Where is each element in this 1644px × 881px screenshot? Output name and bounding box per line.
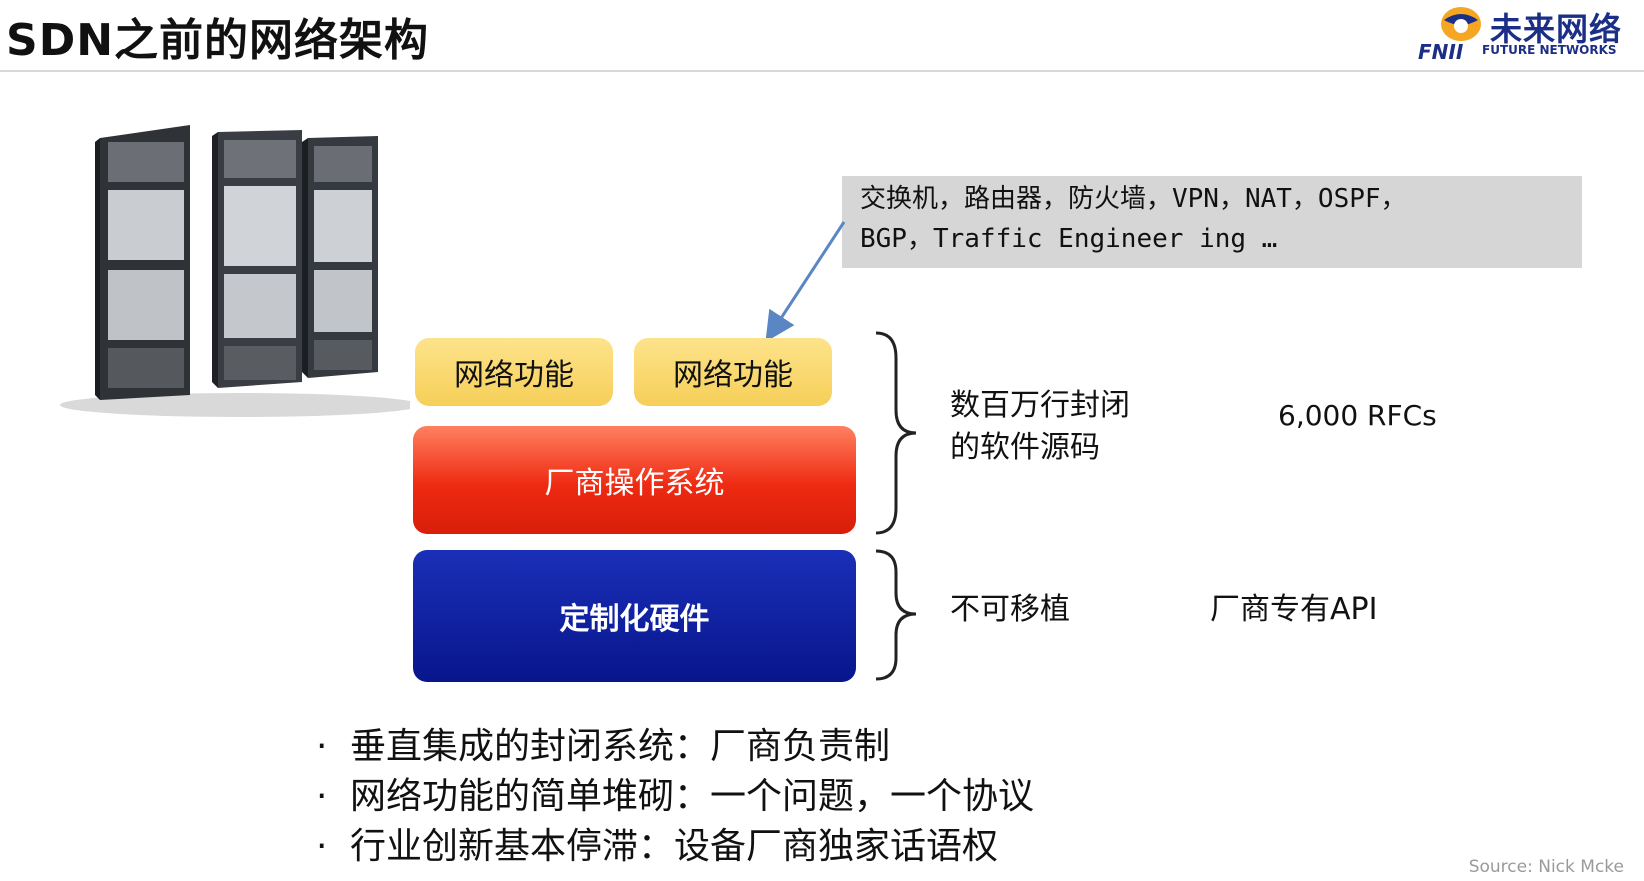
bullet-text: 行业创新基本停滞：设备厂商独家话语权 bbox=[350, 826, 999, 867]
callout-arrow bbox=[765, 221, 846, 342]
custom-hardware-box: 定制化硬件 bbox=[413, 550, 856, 682]
bullet-list: · 垂直集成的封闭系统：厂商负责制 · 网络功能的简单堆砌：一个问题，一个协议 · 行… bbox=[310, 722, 1034, 872]
hardware-brace bbox=[875, 549, 917, 681]
callout-line-2: BGP，Traffic Engineer ing … bbox=[860, 224, 1278, 254]
source-credit: Source: Nick Mcke bbox=[1468, 857, 1624, 877]
callout-line-1: 交换机，路由器，防火墙，VPN，NAT，OSPF， bbox=[860, 184, 1407, 214]
software-source-annotation-line-2: 的软件源码 bbox=[950, 430, 1100, 465]
vendor-os-box: 厂商操作系统 bbox=[413, 426, 856, 534]
protocol-list-callout: 交换机，路由器，防火墙，VPN，NAT，OSPF， BGP，Traffic En… bbox=[842, 176, 1582, 268]
software-brace bbox=[875, 331, 917, 535]
bullet-text: 垂直集成的封闭系统：厂商负责制 bbox=[350, 726, 891, 767]
network-function-box-left: 网络功能 bbox=[415, 338, 613, 406]
bullet-text: 网络功能的简单堆砌：一个问题，一个协议 bbox=[350, 776, 1035, 817]
logo-english-name: FUTURE NETWORKS bbox=[1482, 43, 1617, 57]
network-equipment-racks-image bbox=[60, 125, 410, 417]
bullet-item: · 垂直集成的封闭系统：厂商负责制 bbox=[310, 722, 1034, 772]
slide-title: SDN之前的网络架构 bbox=[6, 15, 430, 66]
logo-abbreviation: FNII bbox=[1418, 40, 1464, 64]
rfc-count-annotation: 6,000 RFCs bbox=[1278, 399, 1437, 432]
bullet-dot: · bbox=[316, 726, 328, 767]
future-networks-logo: 未来网络 FNII FUTURE NETWORKS bbox=[1418, 2, 1638, 64]
network-function-box-right: 网络功能 bbox=[634, 338, 832, 406]
not-portable-annotation: 不可移植 bbox=[950, 592, 1070, 627]
software-source-annotation-line-1: 数百万行封闭 bbox=[950, 388, 1130, 423]
vendor-api-annotation: 厂商专有API bbox=[1210, 592, 1378, 627]
bullet-dot: · bbox=[316, 776, 328, 817]
bullet-item: · 网络功能的简单堆砌：一个问题，一个协议 bbox=[310, 772, 1034, 822]
bullet-item: · 行业创新基本停滞：设备厂商独家话语权 bbox=[310, 822, 1034, 872]
title-divider bbox=[0, 70, 1644, 72]
globe-icon bbox=[1441, 7, 1481, 41]
bullet-dot: · bbox=[316, 826, 328, 867]
